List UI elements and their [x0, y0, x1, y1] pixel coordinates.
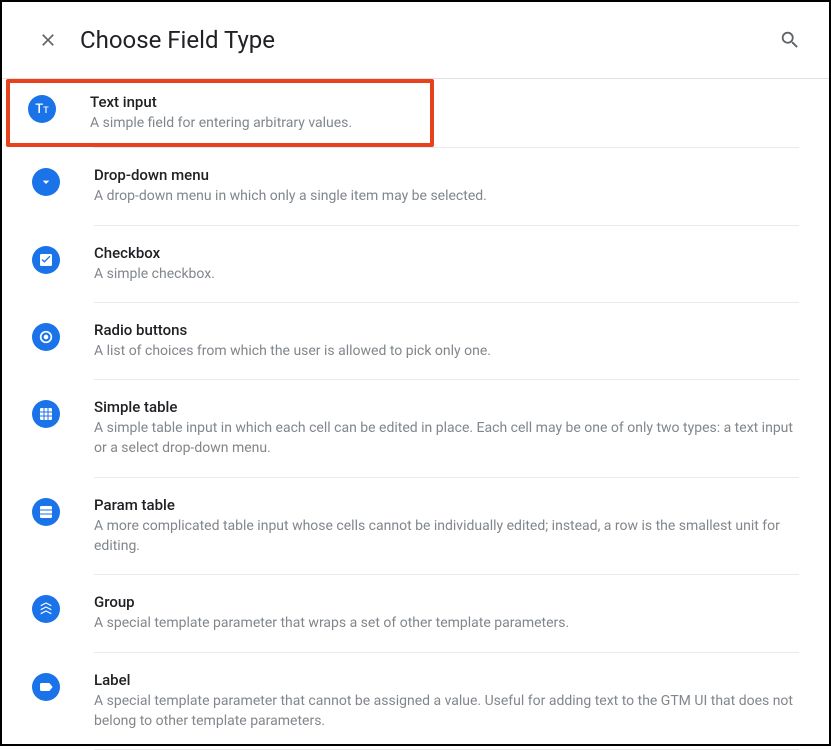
search-icon — [779, 29, 801, 51]
field-type-dropdown[interactable]: Drop-down menu A drop-down menu in which… — [2, 148, 829, 224]
field-type-param-table[interactable]: Param table A more complicated table inp… — [2, 478, 829, 575]
item-title: Text input — [90, 93, 803, 111]
item-title: Param table — [94, 496, 799, 514]
item-desc: A more complicated table input whose cel… — [94, 516, 799, 557]
dialog-title: Choose Field Type — [80, 26, 779, 54]
item-desc: A special template parameter that cannot… — [94, 691, 799, 732]
item-desc: A list of choices from which the user is… — [94, 341, 799, 361]
item-title: Simple table — [94, 398, 799, 416]
dialog-header: Choose Field Type — [2, 2, 829, 79]
item-title: Drop-down menu — [94, 166, 799, 184]
item-desc: A special template parameter that wraps … — [94, 613, 799, 633]
item-desc: A simple checkbox. — [94, 264, 799, 284]
dropdown-icon — [32, 168, 60, 196]
field-type-checkbox[interactable]: Checkbox A simple checkbox. — [2, 226, 829, 302]
group-icon — [32, 595, 60, 623]
field-type-list: TT Text input A simple field for enterin… — [2, 79, 829, 750]
item-title: Group — [94, 593, 799, 611]
param-table-icon — [32, 498, 60, 526]
item-desc: A simple table input in which each cell … — [94, 418, 799, 459]
label-icon — [32, 673, 60, 701]
field-type-simple-table[interactable]: Simple table A simple table input in whi… — [2, 380, 829, 477]
table-icon — [32, 400, 60, 428]
item-title: Checkbox — [94, 244, 799, 262]
field-type-group[interactable]: Group A special template parameter that … — [2, 575, 829, 651]
search-button[interactable] — [779, 29, 801, 51]
text-input-icon: TT — [28, 95, 56, 123]
item-title: Radio buttons — [94, 321, 799, 339]
item-desc: A simple field for entering arbitrary va… — [90, 113, 803, 133]
checkbox-icon — [32, 246, 60, 274]
close-icon — [38, 30, 58, 50]
item-title: Label — [94, 671, 799, 689]
radio-icon — [32, 323, 60, 351]
field-type-label[interactable]: Label A special template parameter that … — [2, 653, 829, 750]
field-type-radio[interactable]: Radio buttons A list of choices from whi… — [2, 303, 829, 379]
item-desc: A drop-down menu in which only a single … — [94, 186, 799, 206]
field-type-text-input[interactable]: TT Text input A simple field for enterin… — [2, 79, 829, 147]
close-button[interactable] — [38, 30, 58, 50]
